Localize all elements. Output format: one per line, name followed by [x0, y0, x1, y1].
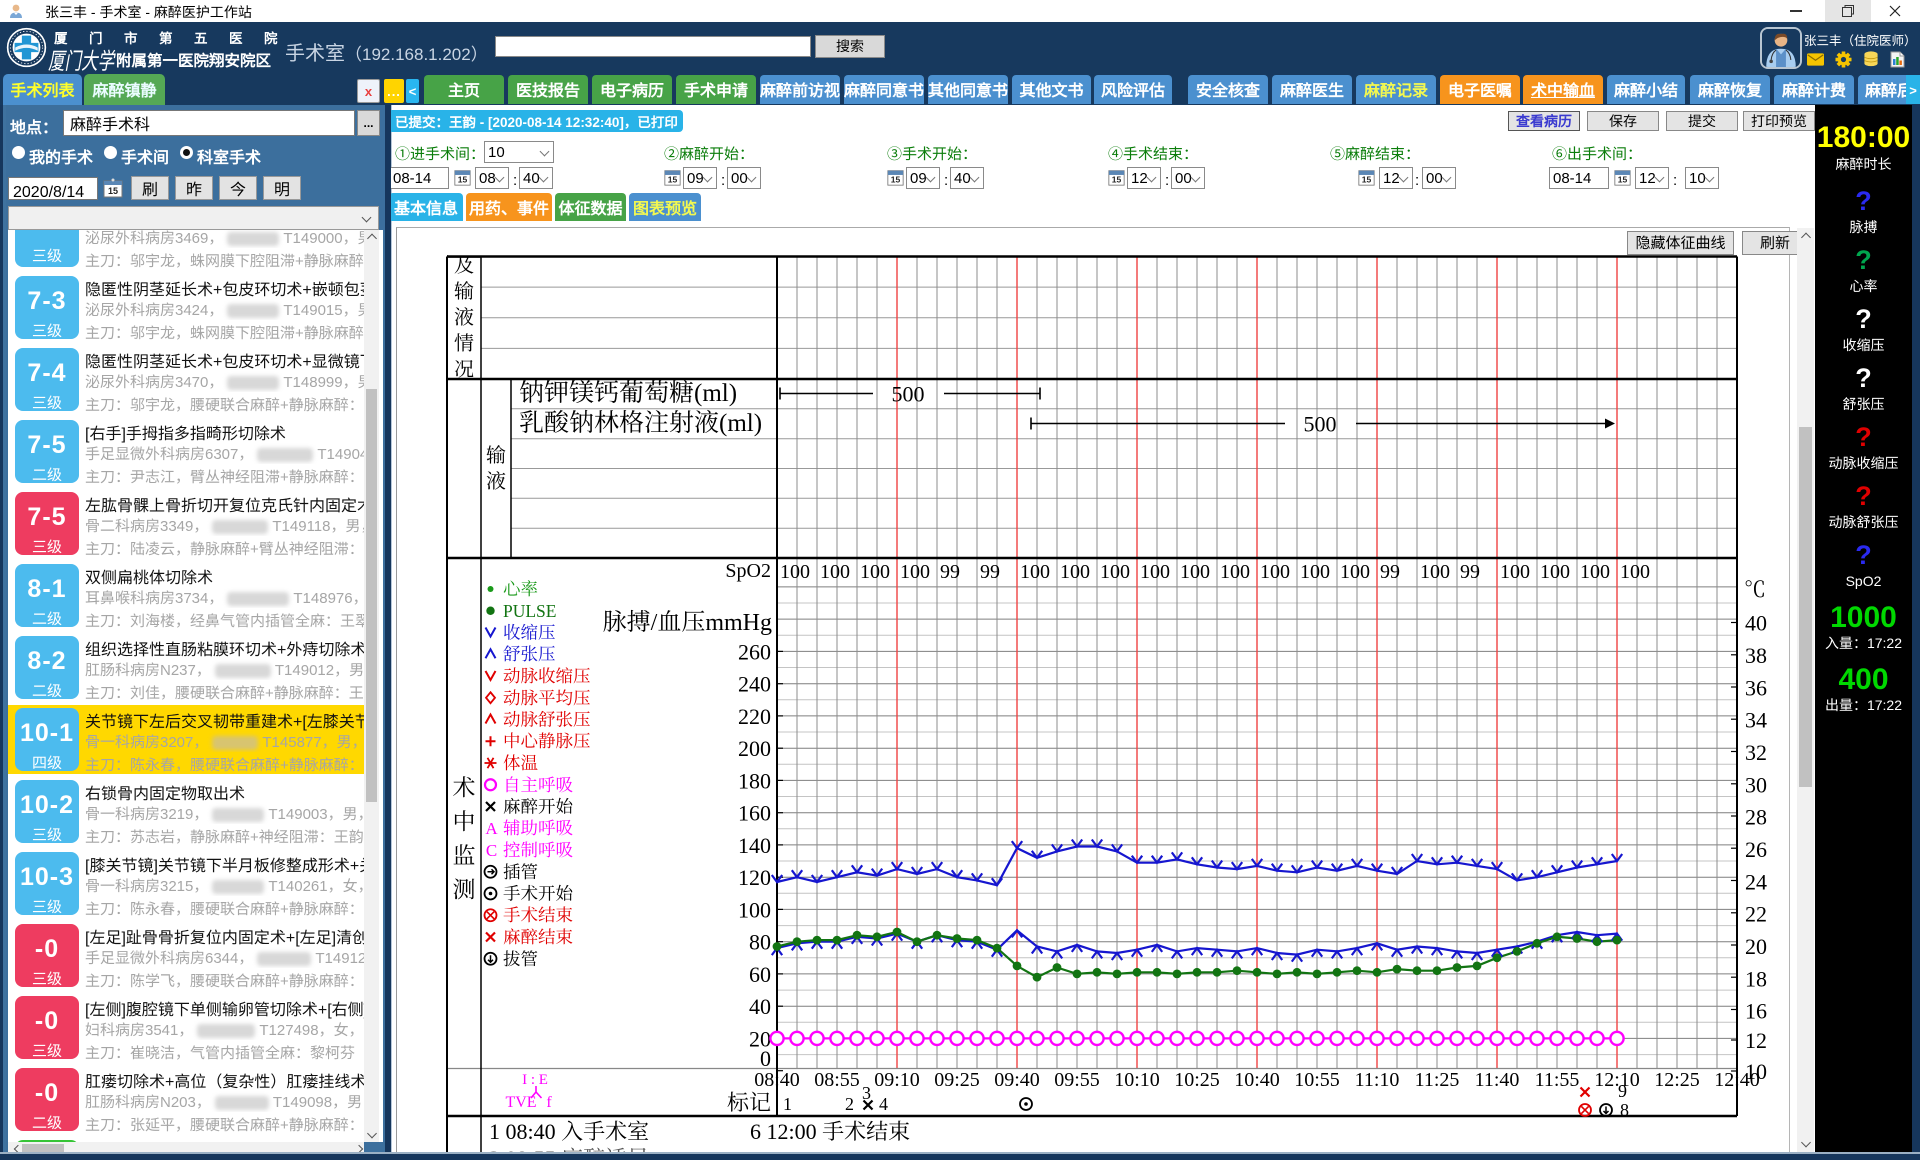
svg-text:100: 100	[1580, 555, 1610, 584]
svg-text:99: 99	[980, 555, 1000, 584]
svg-text:6 12:00 手术结束: 6 12:00 手术结束	[750, 1115, 910, 1146]
svg-text:20: 20	[1745, 930, 1767, 961]
svg-text:30: 30	[1745, 768, 1767, 799]
svg-text:09:40: 09:40	[994, 1063, 1040, 1092]
svg-text:10:10: 10:10	[1114, 1063, 1160, 1092]
svg-text:液: 液	[486, 465, 506, 494]
svg-text:11:25: 11:25	[1415, 1063, 1460, 1092]
svg-text:34: 34	[1745, 704, 1767, 735]
svg-text:12: 12	[1745, 1024, 1767, 1055]
svg-text:24: 24	[1745, 865, 1767, 896]
svg-text:200: 200	[738, 732, 771, 763]
svg-text:100: 100	[1260, 555, 1290, 584]
svg-text:100: 100	[1540, 555, 1570, 584]
svg-text:f: f	[546, 1089, 552, 1112]
svg-text:监: 监	[453, 837, 476, 870]
svg-text:100: 100	[1060, 555, 1090, 584]
svg-text:40: 40	[1745, 607, 1767, 638]
svg-text:I : E: I : E	[522, 1068, 548, 1089]
svg-text:中: 中	[453, 803, 476, 836]
svg-text:100: 100	[1500, 555, 1530, 584]
svg-text:100: 100	[1220, 555, 1250, 584]
svg-text:15: 15	[1112, 174, 1122, 186]
svg-text:99: 99	[940, 555, 960, 584]
svg-text:100: 100	[900, 555, 930, 584]
svg-text:240: 240	[738, 668, 771, 699]
svg-text:11:10: 11:10	[1355, 1063, 1400, 1092]
svg-text:2: 2	[845, 1090, 854, 1116]
svg-text:99: 99	[1380, 555, 1400, 584]
svg-text:15: 15	[1362, 174, 1372, 186]
svg-text:100: 100	[860, 555, 890, 584]
svg-text:40: 40	[749, 990, 771, 1021]
svg-text:11:40: 11:40	[1475, 1063, 1520, 1092]
svg-text:乳酸钠林格注射液(ml): 乳酸钠林格注射液(ml)	[519, 403, 762, 439]
svg-text:15: 15	[458, 174, 468, 186]
svg-text:12:25: 12:25	[1654, 1063, 1700, 1092]
svg-text:输: 输	[486, 439, 506, 468]
svg-text:09:55: 09:55	[1054, 1063, 1100, 1092]
svg-text:26: 26	[1745, 833, 1767, 864]
svg-text:11:55: 11:55	[1535, 1063, 1580, 1092]
svg-text:100: 100	[1340, 555, 1370, 584]
svg-text:15: 15	[108, 184, 118, 197]
svg-text:15: 15	[891, 174, 901, 186]
svg-text:10:55: 10:55	[1294, 1063, 1340, 1092]
svg-text:36: 36	[1745, 671, 1767, 702]
svg-text:80: 80	[749, 926, 771, 957]
svg-text:4: 4	[879, 1090, 888, 1116]
svg-text:100: 100	[1420, 555, 1450, 584]
svg-text:22: 22	[1745, 898, 1767, 929]
svg-text:情: 情	[454, 327, 474, 356]
svg-text:100: 100	[820, 555, 850, 584]
svg-text:500: 500	[892, 378, 925, 409]
svg-text:SpO2: SpO2	[725, 554, 771, 583]
svg-text:09:25: 09:25	[934, 1063, 980, 1092]
svg-text:10:40: 10:40	[1234, 1063, 1280, 1092]
svg-text:TVE: TVE	[505, 1089, 536, 1112]
svg-text:100: 100	[1020, 555, 1050, 584]
svg-text:100: 100	[738, 893, 771, 924]
svg-text:60: 60	[749, 958, 771, 989]
svg-text:16: 16	[1745, 995, 1767, 1026]
svg-text:120: 120	[738, 861, 771, 892]
svg-text:28: 28	[1745, 801, 1767, 832]
svg-text:12:10: 12:10	[1594, 1063, 1640, 1092]
svg-text:38: 38	[1745, 639, 1767, 670]
svg-text:220: 220	[738, 700, 771, 731]
svg-text:100: 100	[1300, 555, 1330, 584]
svg-text:100: 100	[1100, 555, 1130, 584]
svg-text:15: 15	[668, 174, 678, 186]
svg-text:100: 100	[1140, 555, 1170, 584]
svg-text:2 08:55 麻醉诱导: 2 08:55 麻醉诱导	[489, 1142, 649, 1152]
svg-text:标记: 标记	[727, 1086, 771, 1117]
svg-text:况: 况	[454, 353, 474, 382]
svg-text:180: 180	[738, 764, 771, 795]
svg-text:1: 1	[783, 1090, 792, 1116]
svg-text:99: 99	[1460, 555, 1480, 584]
svg-text:℃: ℃	[1744, 573, 1766, 604]
svg-text:液: 液	[454, 301, 474, 330]
svg-text:术: 术	[453, 769, 476, 802]
svg-text:拔管: 拔管	[503, 946, 538, 971]
svg-text:100: 100	[1180, 555, 1210, 584]
svg-text:C: C	[486, 836, 497, 861]
svg-text:15: 15	[1618, 174, 1628, 186]
svg-text:输: 输	[454, 275, 474, 304]
svg-text:09:10: 09:10	[874, 1063, 920, 1092]
svg-text:8: 8	[1620, 1096, 1629, 1122]
svg-text:140: 140	[738, 829, 771, 860]
svg-text:32: 32	[1745, 736, 1767, 767]
svg-text:脉搏/血压mmHg: 脉搏/血压mmHg	[603, 602, 772, 637]
svg-text:100: 100	[780, 555, 810, 584]
svg-text:100: 100	[1620, 555, 1650, 584]
svg-text:12:40: 12:40	[1714, 1063, 1760, 1092]
svg-text:测: 测	[453, 871, 476, 904]
svg-text:08:55: 08:55	[814, 1063, 860, 1092]
svg-text:18: 18	[1745, 962, 1767, 993]
svg-text:260: 260	[738, 635, 771, 666]
svg-text:500: 500	[1304, 408, 1337, 439]
svg-text:10:25: 10:25	[1174, 1063, 1220, 1092]
svg-text:160: 160	[738, 797, 771, 828]
